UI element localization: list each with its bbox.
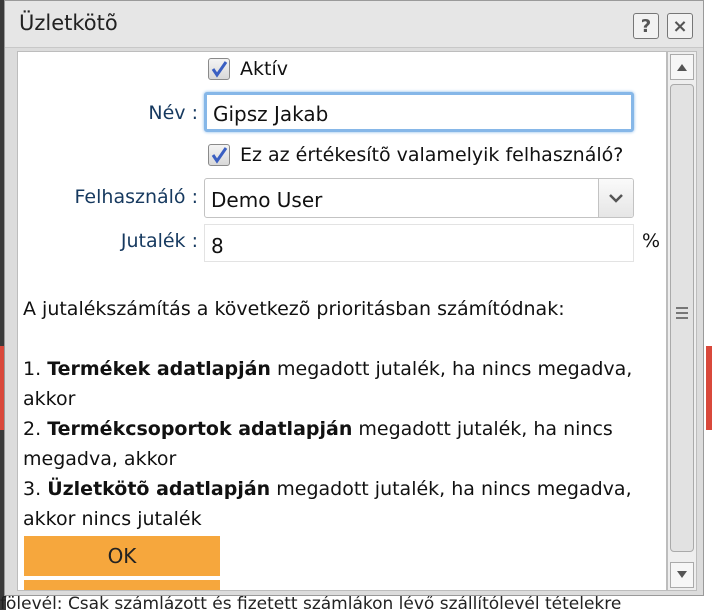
vertical-scrollbar[interactable] (667, 51, 697, 591)
grip-icon (676, 307, 688, 319)
info-item-number: 2. (23, 418, 42, 440)
user-select-value: Demo User (211, 188, 323, 212)
commission-info-item-2: 2. Termékcsoportok adatlapján megadott j… (23, 414, 663, 474)
felhasznalo-label: Felhasználó : (74, 186, 198, 208)
background-red-band-right (706, 346, 712, 430)
close-icon: × (672, 15, 688, 37)
dialog-title: Üzletkötõ (19, 11, 118, 35)
commission-input-value: 8 (211, 234, 224, 258)
close-button[interactable]: × (667, 13, 693, 39)
secondary-button[interactable] (24, 580, 220, 590)
aktiv-label: Aktív (240, 58, 288, 80)
background-footer-text: fölevél: Csak számlázott és fizetett szá… (0, 594, 622, 614)
scroll-down-button[interactable] (670, 562, 694, 588)
info-item-emphasis: Üzletkötõ adatlapján (47, 478, 271, 500)
ok-button[interactable]: OK (24, 536, 220, 576)
chevron-down-icon (677, 571, 687, 578)
commission-info-item-1: 1. Termékek adatlapján megadott jutalék,… (23, 354, 663, 414)
select-arrow-button[interactable] (598, 179, 633, 217)
info-item-number: 1. (23, 358, 42, 380)
dialog-titlebar[interactable]: Üzletkötõ ? × (5, 1, 703, 48)
checkmark-icon (211, 61, 228, 78)
dialog-content: Aktív Név : Gipsz Jakab Ez az értékesítõ… (17, 51, 667, 591)
checkmark-icon (211, 147, 228, 164)
salesperson-dialog: Üzletkötõ ? × Aktív Név : Gipsz Jakab Ez… (4, 0, 704, 596)
info-item-emphasis: Termékek adatlapján (47, 358, 271, 380)
help-icon: ? (640, 15, 652, 37)
commission-info-item-3: 3. Üzletkötõ adatlapján megadott jutalék… (23, 474, 663, 534)
name-input[interactable]: Gipsz Jakab (204, 92, 634, 132)
chevron-down-icon (609, 194, 623, 203)
name-input-value: Gipsz Jakab (213, 102, 329, 126)
aktiv-checkbox[interactable] (208, 58, 230, 80)
nev-label: Név : (148, 102, 198, 124)
info-item-number: 3. (23, 478, 42, 500)
is-user-checkbox[interactable] (208, 144, 230, 166)
is-user-label: Ez az értékesítõ valamelyik felhasználó? (240, 144, 624, 166)
commission-info-intro: A jutalékszámítás a következõ prioritásb… (23, 298, 565, 320)
percent-unit: % (642, 230, 661, 252)
jutalek-label: Jutalék : (120, 230, 198, 252)
scroll-up-button[interactable] (670, 54, 694, 80)
help-button[interactable]: ? (633, 13, 659, 39)
commission-input[interactable]: 8 (204, 224, 634, 262)
scrollbar-thumb[interactable] (670, 84, 694, 552)
chevron-up-icon (677, 64, 687, 71)
user-select[interactable]: Demo User (204, 178, 634, 218)
info-item-emphasis: Termékcsoportok adatlapján (47, 418, 353, 440)
